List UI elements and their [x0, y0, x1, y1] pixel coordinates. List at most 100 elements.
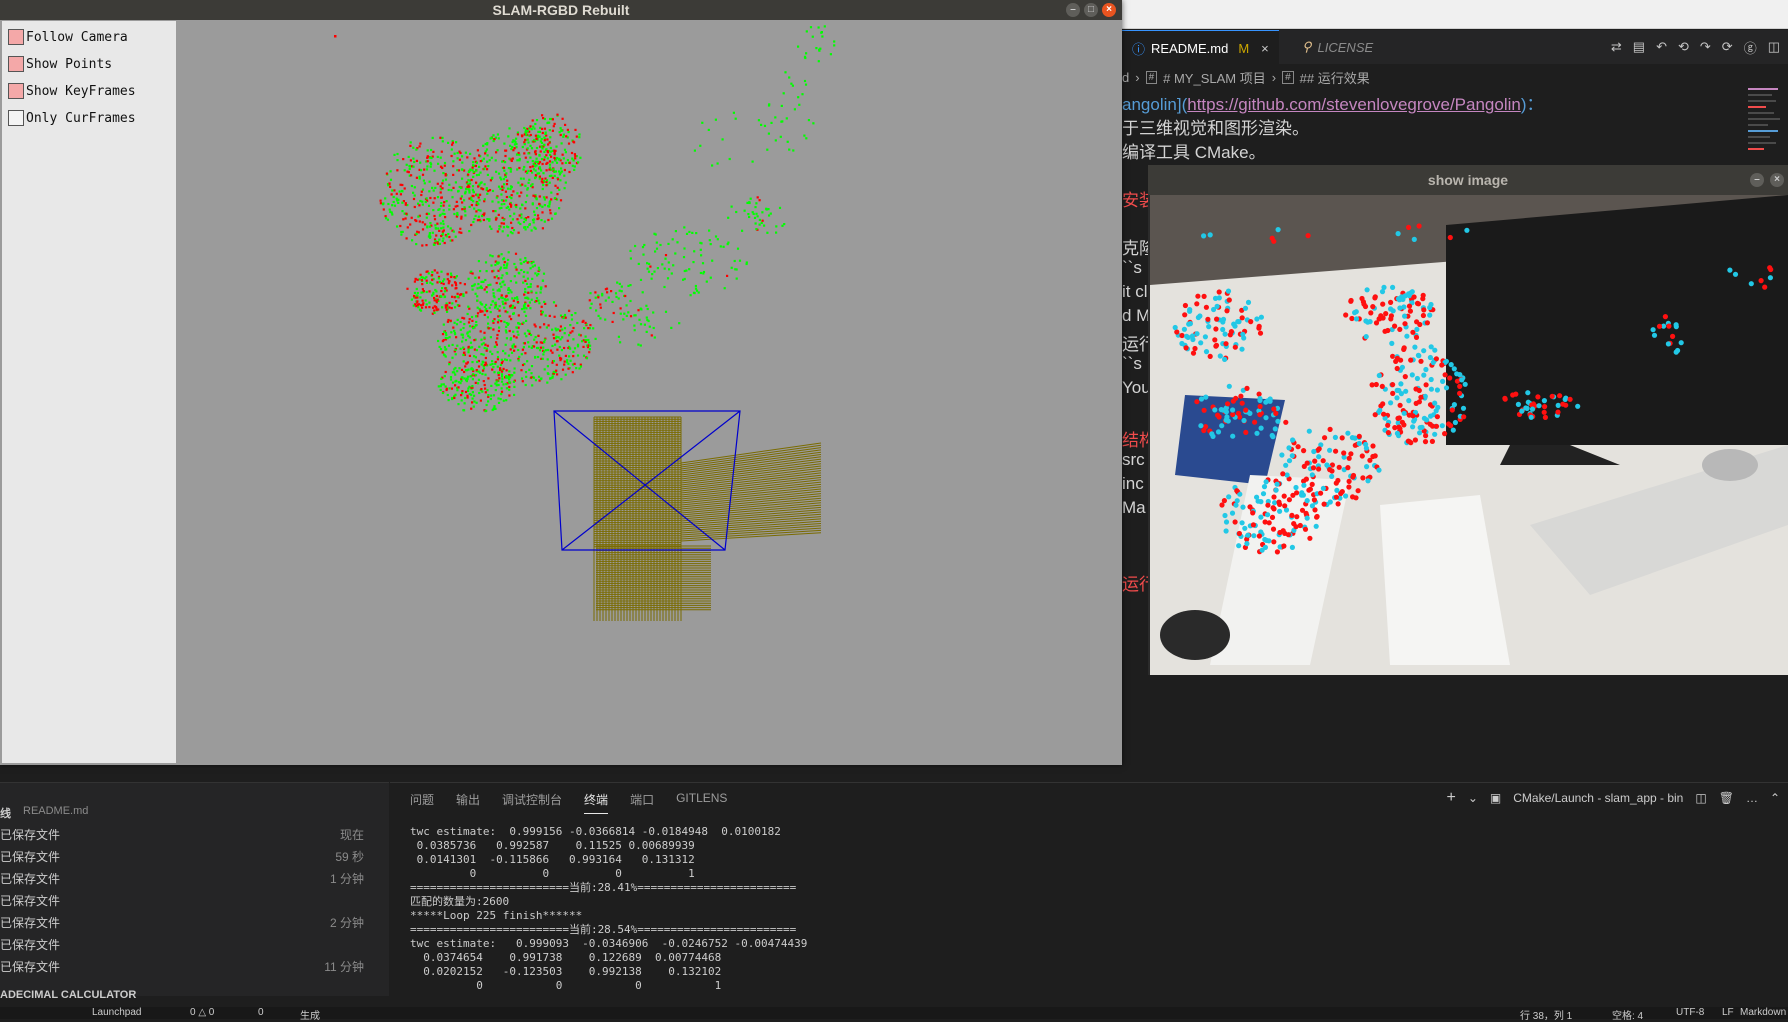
revert-icon[interactable]: ⟲ [1678, 39, 1689, 55]
timeline-entry[interactable]: 已保存文件 11 分钟 [0, 955, 380, 977]
tab-debug-console[interactable]: 调试控制台 [502, 791, 562, 814]
map-point [395, 197, 398, 200]
feature-point [1230, 407, 1236, 413]
map-point [456, 213, 459, 216]
close-icon[interactable]: × [1102, 3, 1116, 17]
minimize-icon[interactable]: – [1750, 173, 1764, 187]
tab-output[interactable]: 输出 [456, 791, 480, 814]
timeline-entry[interactable]: 已保存文件 [0, 933, 380, 955]
map-point [470, 198, 473, 201]
map-point [432, 209, 435, 212]
map-point [462, 360, 465, 363]
map-point [527, 152, 530, 155]
map-point [524, 156, 527, 159]
map-point [507, 258, 510, 262]
map-point [429, 161, 432, 164]
encoding[interactable]: UTF-8 [1676, 1007, 1704, 1018]
feature-point [1304, 498, 1310, 504]
build-item[interactable]: 生成 [300, 1007, 320, 1022]
tab-terminal[interactable]: 终端 [584, 791, 609, 814]
source-control-icon[interactable]: ⇄ [1611, 39, 1622, 55]
terminal-name[interactable]: CMake/Launch - slam_app - bin [1513, 791, 1683, 805]
new-terminal-icon[interactable]: + [1447, 789, 1456, 807]
map-point [480, 343, 483, 346]
go-forward-icon[interactable]: ↷ [1700, 39, 1711, 55]
split-editor-icon[interactable]: ◫ [1768, 39, 1780, 55]
timeline-entry[interactable]: 已保存文件 1 分钟 [0, 867, 380, 889]
show-image-titlebar[interactable]: show image – × [1148, 165, 1788, 195]
tab-ports[interactable]: 端口 [630, 791, 654, 814]
checkbox[interactable] [8, 56, 24, 72]
minimize-icon[interactable]: – [1066, 3, 1080, 17]
hex-calculator-title[interactable]: ADECIMAL CALCULATOR [0, 989, 136, 1001]
checkbox[interactable] [8, 29, 24, 45]
breadcrumb-item[interactable]: d [1122, 70, 1129, 85]
breadcrumb-item[interactable]: # MY_SLAM 项目 [1163, 68, 1266, 87]
tab-readme[interactable]: ⓘ README.md M × [1122, 30, 1279, 65]
feature-point [1390, 390, 1396, 396]
chevron-up-icon[interactable]: ⌃ [1770, 791, 1780, 805]
map-point [674, 252, 677, 255]
launchpad-item[interactable]: Launchpad [92, 1007, 142, 1018]
close-icon[interactable]: × [1261, 41, 1269, 56]
map-point [532, 221, 535, 224]
timeline-entry[interactable]: 已保存文件 2 分钟 [0, 911, 380, 933]
indentation[interactable]: 空格: 4 [1612, 1007, 1643, 1022]
tab-license[interactable]: ⚲ LICENSE [1292, 30, 1383, 64]
map-point [456, 318, 459, 321]
map-point [541, 357, 544, 360]
slam-window-titlebar[interactable]: SLAM-RGBD Rebuilt – □ × [0, 0, 1122, 20]
only-curframes-option[interactable]: Only CurFrames [8, 110, 136, 126]
cursor-position[interactable]: 行 38，列 1 [1520, 1007, 1572, 1022]
timeline-entry[interactable]: 已保存文件 59 秒 [0, 845, 380, 867]
split-terminal-icon[interactable]: ◫ [1695, 791, 1706, 805]
3d-map-viewport[interactable] [176, 21, 1122, 763]
breadcrumb-item[interactable]: ## 运行效果 [1300, 68, 1370, 87]
map-point [531, 165, 534, 168]
chevron-right-icon: › [1135, 69, 1140, 85]
editor-tab-bar: ⓘ README.md M × ⚲ LICENSE ⇄ ▤ ↶ ⟲ ↷ ⟳ ⓖ … [1122, 30, 1788, 65]
show-keyframes-option[interactable]: Show KeyFrames [8, 83, 136, 99]
map-point [502, 280, 505, 283]
show-points-option[interactable]: Show Points [8, 56, 112, 72]
eol[interactable]: LF [1722, 1007, 1734, 1018]
map-point [472, 284, 475, 287]
feature-point [1252, 419, 1258, 425]
more-icon[interactable]: … [1746, 791, 1758, 805]
checkbox[interactable] [8, 83, 24, 99]
go-back-icon[interactable]: ↶ [1656, 39, 1667, 55]
map-point [497, 201, 500, 204]
map-point [433, 269, 436, 272]
map-point [492, 292, 495, 295]
maximize-icon[interactable]: □ [1084, 3, 1098, 17]
link-url[interactable]: https://github.com/stevenlovegrove/Pango… [1187, 95, 1521, 114]
follow-camera-option[interactable]: Follow Camera [8, 29, 128, 45]
map-point [490, 136, 493, 139]
open-preview-icon[interactable]: ▤ [1633, 39, 1645, 55]
map-point [401, 183, 404, 187]
map-point [506, 272, 509, 275]
map-point [455, 300, 458, 303]
map-point [504, 154, 507, 158]
trash-icon[interactable]: 🗑 [1719, 791, 1734, 805]
map-point [500, 380, 504, 383]
chevron-down-icon[interactable]: ⌄ [1468, 791, 1478, 805]
map-point [497, 213, 500, 216]
map-point [549, 209, 552, 212]
gitlens-icon[interactable]: ⓖ [1744, 38, 1757, 57]
compare-icon[interactable]: ⟳ [1722, 39, 1733, 55]
close-icon[interactable]: × [1770, 173, 1784, 187]
map-point [568, 334, 571, 337]
tab-problems[interactable]: 问题 [410, 791, 434, 814]
timeline-entry[interactable]: 已保存文件 现在 [0, 823, 380, 845]
timeline-entry[interactable]: 已保存文件 [0, 889, 380, 911]
problems-item[interactable]: 0 △ 0 [190, 1007, 214, 1018]
point-cloud-render[interactable] [176, 21, 1122, 763]
terminal-output[interactable]: twc estimate: 0.999156 -0.0366814 -0.018… [410, 825, 1710, 993]
tab-gitlens[interactable]: GITLENS [676, 791, 727, 814]
map-point [433, 169, 436, 172]
warnings-item[interactable]: 0 [258, 1007, 264, 1018]
checkbox[interactable] [8, 110, 24, 126]
language-mode[interactable]: Markdown [1740, 1007, 1786, 1018]
map-point [566, 339, 569, 342]
